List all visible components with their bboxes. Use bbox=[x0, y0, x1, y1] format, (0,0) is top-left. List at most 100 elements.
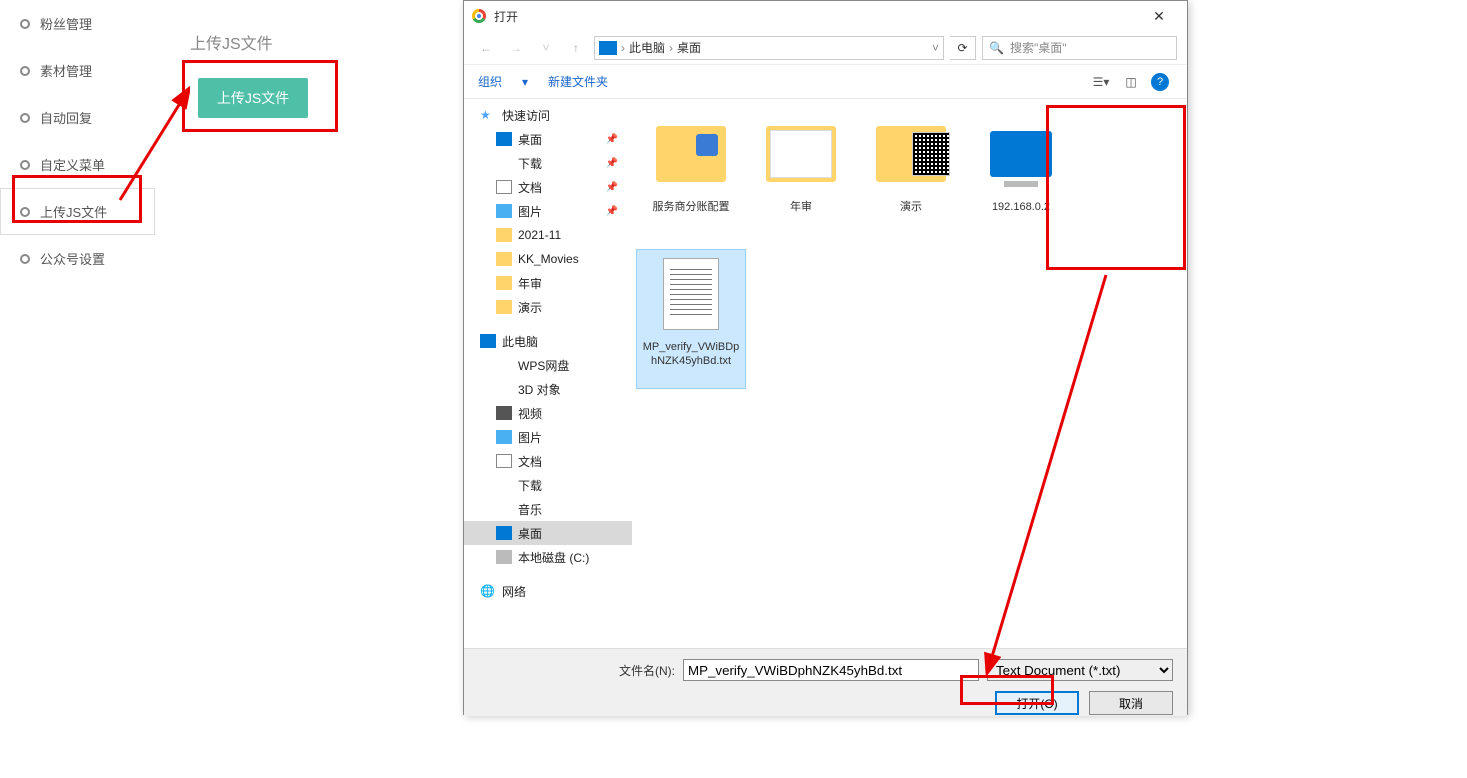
page-title: 上传JS文件 bbox=[190, 30, 273, 54]
filename-input[interactable] bbox=[683, 659, 979, 681]
tree-quickaccess[interactable]: ★快速访问 bbox=[464, 103, 632, 127]
folder-icon bbox=[496, 358, 512, 372]
organize-menu[interactable]: 组织 bbox=[478, 73, 502, 90]
radio-icon bbox=[20, 19, 30, 29]
tree-item[interactable]: 图片📌 bbox=[464, 199, 632, 223]
pc-icon bbox=[599, 41, 617, 55]
monitor-icon bbox=[990, 131, 1052, 177]
chrome-icon bbox=[472, 9, 486, 23]
folder-icon bbox=[496, 300, 512, 314]
sidebar-item-settings[interactable]: 公众号设置 bbox=[0, 235, 155, 282]
radio-icon bbox=[20, 160, 30, 170]
radio-icon bbox=[20, 66, 30, 76]
pin-icon: 📌 bbox=[606, 206, 618, 217]
folder-icon bbox=[496, 550, 512, 564]
sidebar-item-custommenu[interactable]: 自定义菜单 bbox=[0, 141, 155, 188]
open-button[interactable]: 打开(O) bbox=[995, 691, 1079, 715]
tree-item[interactable]: KK_Movies bbox=[464, 247, 632, 271]
file-item[interactable]: 192.168.0.2 bbox=[966, 109, 1076, 249]
view-menu[interactable]: ☰▾ bbox=[1091, 72, 1111, 92]
folder-icon bbox=[766, 126, 836, 182]
sidebar-label: 素材管理 bbox=[40, 61, 92, 80]
dialog-titlebar: 打开 ✕ bbox=[464, 1, 1187, 31]
sidebar-label: 自定义菜单 bbox=[40, 155, 105, 174]
tree-item[interactable]: 文档 bbox=[464, 449, 632, 473]
forward-button[interactable]: → bbox=[504, 36, 528, 60]
search-input[interactable]: 🔍 搜索"桌面" bbox=[982, 36, 1177, 60]
file-item[interactable]: 年审 bbox=[746, 109, 856, 249]
sidebar-label: 公众号设置 bbox=[40, 249, 105, 268]
folder-icon bbox=[496, 478, 512, 492]
tree-item[interactable]: 年审 bbox=[464, 271, 632, 295]
dialog-body: ★快速访问 桌面📌下载📌文档📌图片📌2021-11KK_Movies年审演示 此… bbox=[464, 99, 1187, 648]
tree-item[interactable]: 音乐 bbox=[464, 497, 632, 521]
folder-icon bbox=[496, 276, 512, 290]
tree-item[interactable]: 下载📌 bbox=[464, 151, 632, 175]
path-box[interactable]: › 此电脑 › 桌面 ˅ bbox=[594, 36, 944, 60]
pin-icon: 📌 bbox=[606, 134, 618, 145]
tree-item[interactable]: 本地磁盘 (C:) bbox=[464, 545, 632, 569]
sidebar-item-uploadjs[interactable]: 上传JS文件 bbox=[0, 188, 155, 235]
tree-item[interactable]: 文档📌 bbox=[464, 175, 632, 199]
recent-button[interactable]: ˅ bbox=[534, 36, 558, 60]
chevron-right-icon: › bbox=[621, 41, 625, 55]
folder-icon bbox=[496, 252, 512, 266]
radio-icon bbox=[20, 254, 30, 264]
newfolder-button[interactable]: 新建文件夹 bbox=[548, 73, 608, 90]
tree-item[interactable]: 桌面 bbox=[464, 521, 632, 545]
tree-item[interactable]: 下载 bbox=[464, 473, 632, 497]
close-button[interactable]: ✕ bbox=[1139, 8, 1179, 25]
folder-icon bbox=[496, 156, 512, 170]
folder-icon bbox=[496, 430, 512, 444]
file-name: 演示 bbox=[897, 200, 925, 214]
tree-item[interactable]: 视频 bbox=[464, 401, 632, 425]
file-name: 服务商分账配置 bbox=[650, 200, 733, 214]
dialog-toolbar: 组织 ▾ 新建文件夹 ☰▾ ◫ ? bbox=[464, 65, 1187, 99]
search-placeholder: 搜索"桌面" bbox=[1010, 39, 1067, 56]
folder-icon bbox=[496, 204, 512, 218]
preview-pane-button[interactable]: ◫ bbox=[1121, 72, 1141, 92]
folder-tree[interactable]: ★快速访问 桌面📌下载📌文档📌图片📌2021-11KK_Movies年审演示 此… bbox=[464, 99, 632, 648]
file-grid[interactable]: 服务商分账配置 年审 演示 192.168.0.2 MP_verify_VWiBDphN… bbox=[632, 99, 1187, 648]
refresh-button[interactable]: ⟳ bbox=[950, 36, 976, 60]
folder-icon bbox=[496, 382, 512, 396]
tree-item[interactable]: 2021-11 bbox=[464, 223, 632, 247]
folder-icon bbox=[496, 406, 512, 420]
tree-item[interactable]: WPS网盘 bbox=[464, 353, 632, 377]
radio-icon bbox=[20, 113, 30, 123]
pin-icon: 📌 bbox=[606, 158, 618, 169]
upload-js-button[interactable]: 上传JS文件 bbox=[198, 78, 308, 118]
dialog-nav: ← → ˅ ↑ › 此电脑 › 桌面 ˅ ⟳ 🔍 搜索"桌面" bbox=[464, 31, 1187, 65]
filetype-select[interactable]: Text Document (*.txt) bbox=[987, 659, 1173, 681]
up-button[interactable]: ↑ bbox=[564, 36, 588, 60]
tree-item[interactable]: 桌面📌 bbox=[464, 127, 632, 151]
pin-icon: 📌 bbox=[606, 182, 618, 193]
file-item[interactable]: 服务商分账配置 bbox=[636, 109, 746, 249]
tree-item[interactable]: 演示 bbox=[464, 295, 632, 319]
radio-icon bbox=[20, 207, 30, 217]
sidebar-label: 上传JS文件 bbox=[40, 202, 107, 221]
textfile-icon bbox=[663, 258, 719, 330]
file-name: 年审 bbox=[787, 200, 815, 214]
file-item[interactable]: 演示 bbox=[856, 109, 966, 249]
sidebar-item-fans[interactable]: 粉丝管理 bbox=[0, 0, 155, 47]
back-button[interactable]: ← bbox=[474, 36, 498, 60]
folder-icon bbox=[656, 126, 726, 182]
chevron-down-icon[interactable]: ▾ bbox=[522, 75, 528, 89]
star-icon: ★ bbox=[480, 108, 496, 122]
help-icon[interactable]: ? bbox=[1151, 73, 1169, 91]
cancel-button[interactable]: 取消 bbox=[1089, 691, 1173, 715]
tree-item[interactable]: 图片 bbox=[464, 425, 632, 449]
tree-network[interactable]: 🌐网络 bbox=[464, 579, 632, 603]
network-icon: 🌐 bbox=[480, 584, 496, 598]
path-segment[interactable]: 桌面 bbox=[677, 39, 701, 56]
sidebar-item-material[interactable]: 素材管理 bbox=[0, 47, 155, 94]
sidebar-item-autoreply[interactable]: 自动回复 bbox=[0, 94, 155, 141]
file-item[interactable]: MP_verify_VWiBDphNZK45yhBd.txt bbox=[636, 249, 746, 389]
tree-thispc[interactable]: 此电脑 bbox=[464, 329, 632, 353]
folder-icon bbox=[496, 228, 512, 242]
chevron-down-icon[interactable]: ˅ bbox=[932, 41, 939, 55]
folder-icon bbox=[496, 454, 512, 468]
path-segment[interactable]: 此电脑 bbox=[629, 39, 665, 56]
tree-item[interactable]: 3D 对象 bbox=[464, 377, 632, 401]
